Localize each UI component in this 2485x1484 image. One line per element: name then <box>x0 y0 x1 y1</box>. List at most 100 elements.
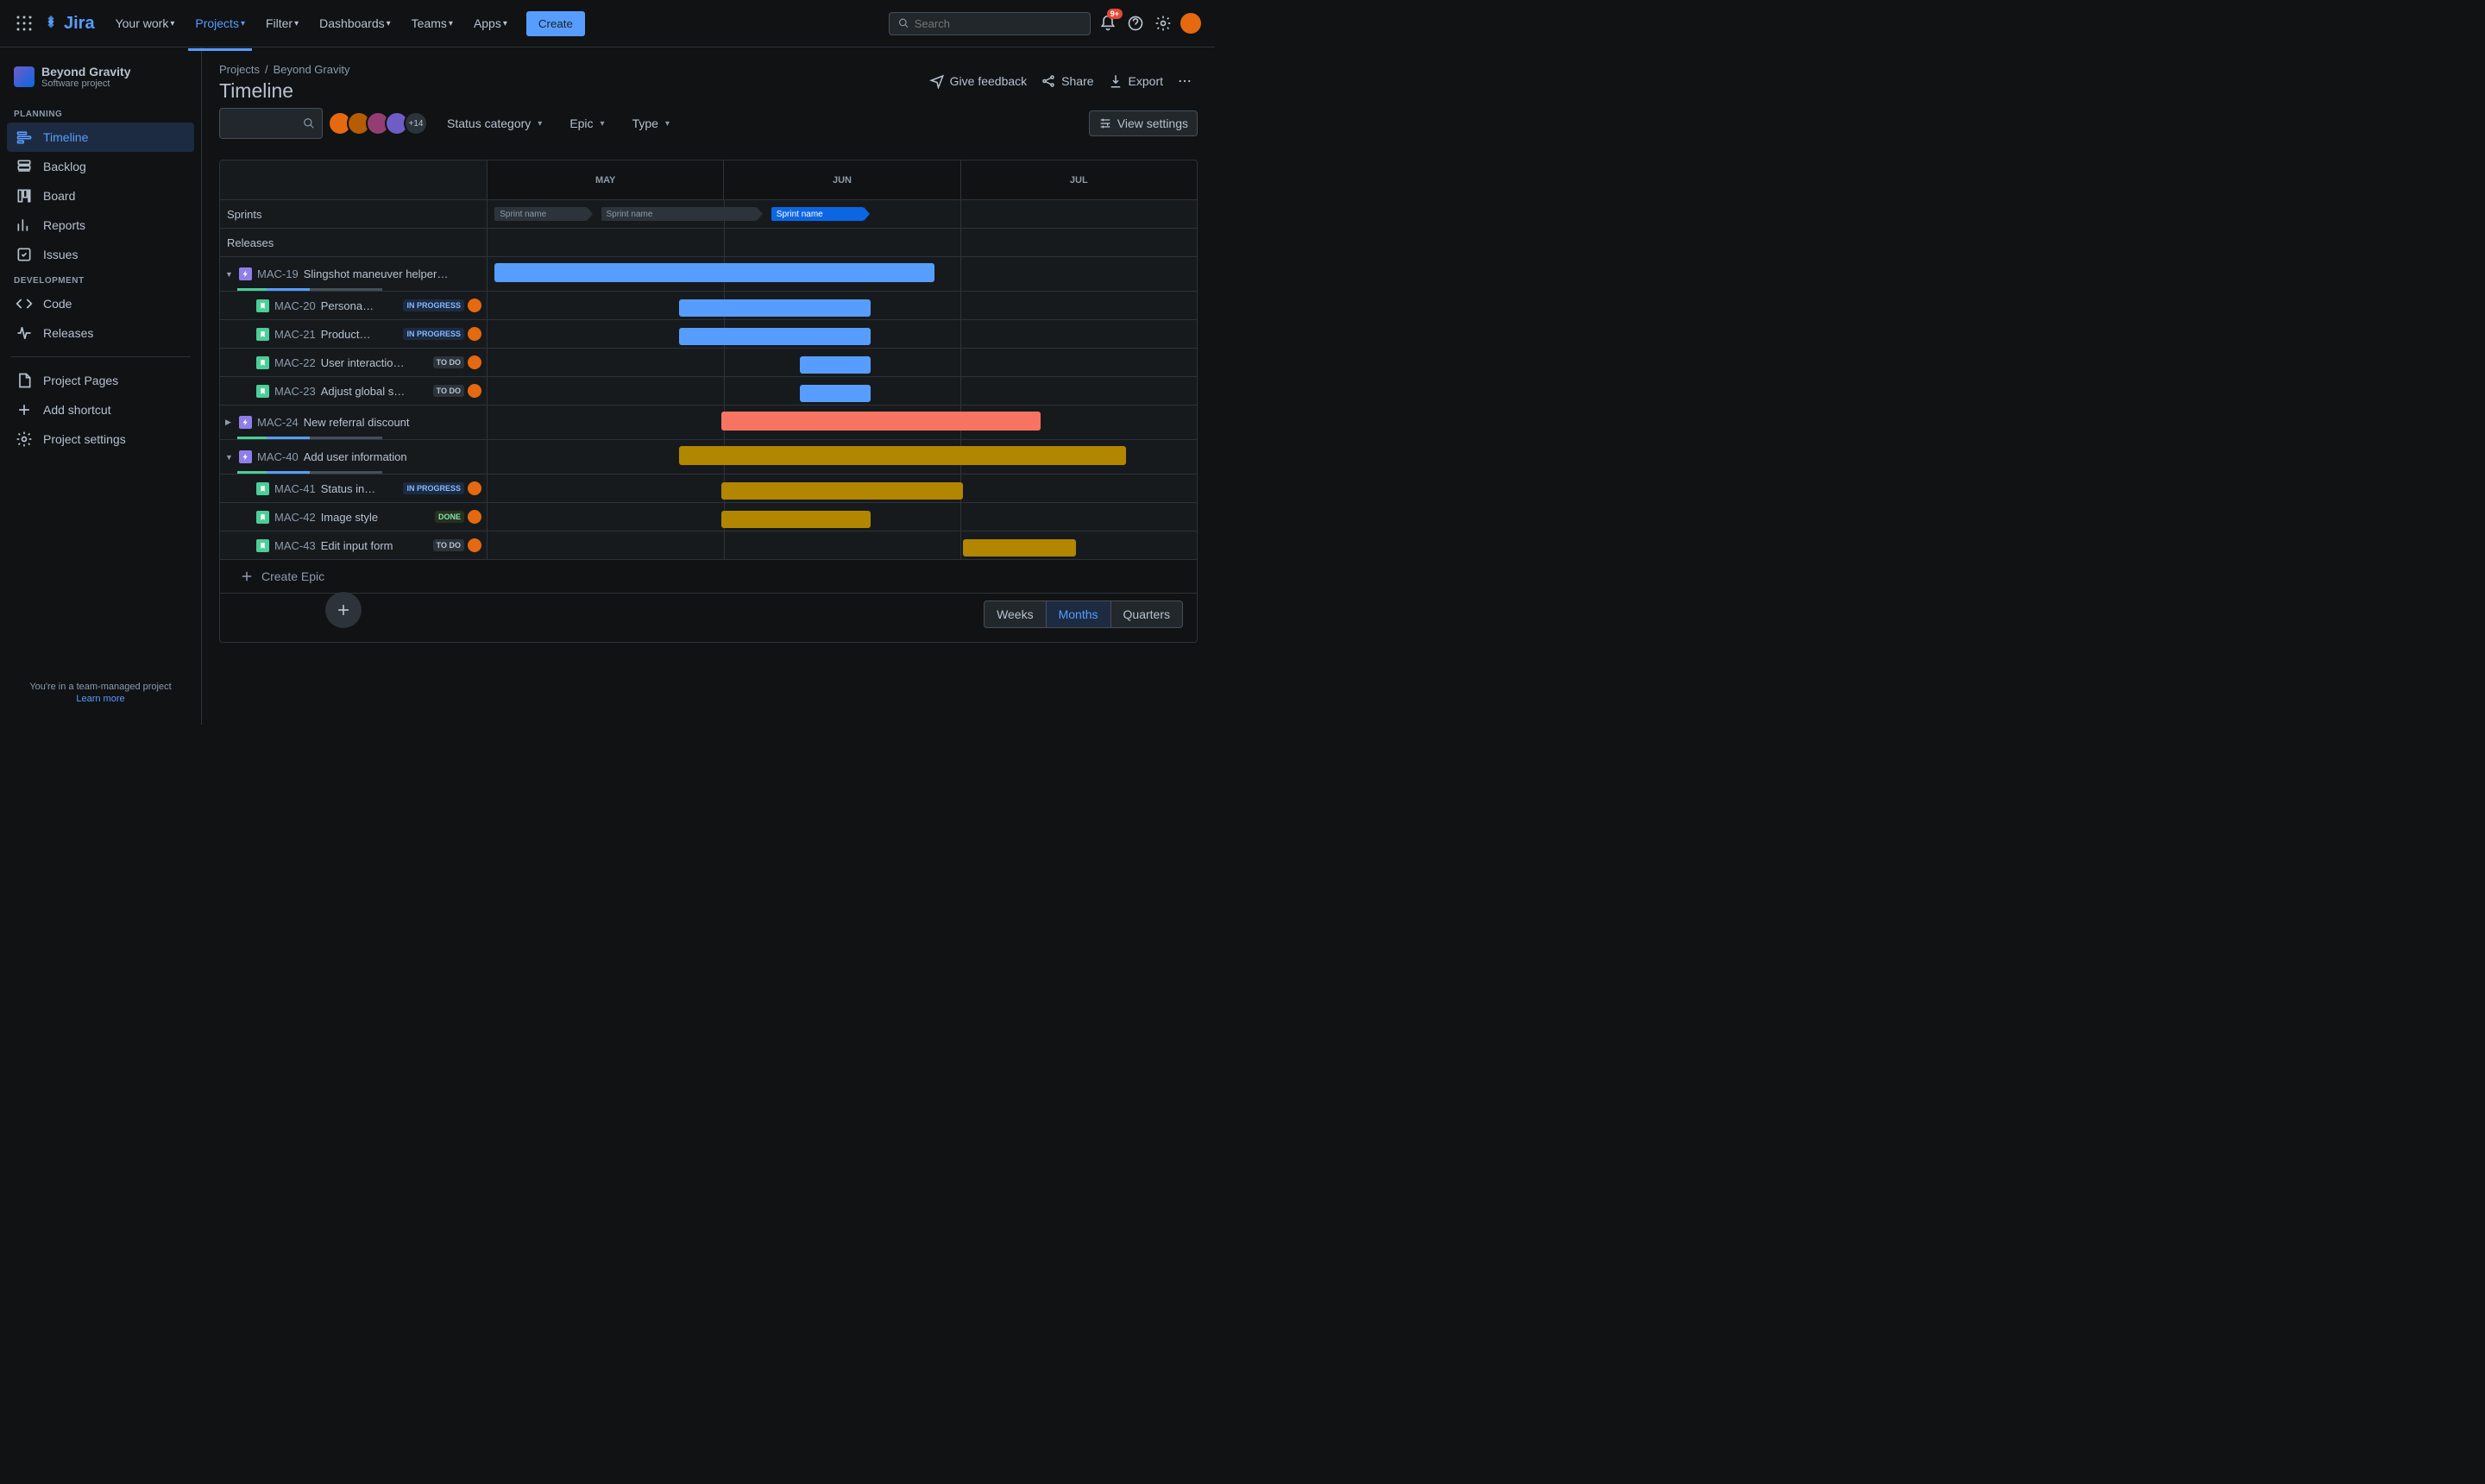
assignee-avatar[interactable] <box>468 384 481 398</box>
sidebar-item-add-shortcut[interactable]: Add shortcut <box>7 395 194 424</box>
zoom-quarters[interactable]: Quarters <box>1111 601 1182 627</box>
project-header[interactable]: Beyond GravitySoftware project <box>7 61 194 92</box>
sprint-chip[interactable]: Sprint name <box>494 207 587 221</box>
sprint-chip[interactable]: Sprint name <box>601 207 758 221</box>
sidebar-item-timeline[interactable]: Timeline <box>7 123 194 152</box>
avatar-more[interactable]: +14 <box>404 111 428 135</box>
issue-key[interactable]: MAC-22 <box>274 356 316 369</box>
epic-icon <box>239 267 252 280</box>
nav-filter[interactable]: Filter▾ <box>259 11 305 35</box>
app-switcher-icon[interactable] <box>14 13 35 34</box>
sidebar-item-releases[interactable]: Releases <box>7 318 194 348</box>
nav-projects[interactable]: Projects▾ <box>188 11 252 35</box>
page-icon <box>16 372 33 389</box>
assignee-avatar[interactable] <box>468 510 481 524</box>
issue-key[interactable]: MAC-42 <box>274 511 316 524</box>
status-filter[interactable]: Status category▾ <box>438 111 550 135</box>
issue-summary[interactable]: New referral discount <box>304 416 410 429</box>
add-fab[interactable] <box>325 592 362 628</box>
more-button[interactable] <box>1177 73 1198 89</box>
give-feedback-button[interactable]: Give feedback <box>929 73 1028 89</box>
reports-icon <box>16 217 33 234</box>
more-icon <box>1177 73 1192 89</box>
issue-key[interactable]: MAC-19 <box>257 267 299 280</box>
issue-key[interactable]: MAC-21 <box>274 328 316 341</box>
sidebar-item-board[interactable]: Board <box>7 181 194 211</box>
zoom-months[interactable]: Months <box>1047 601 1111 627</box>
sprint-chip[interactable]: Sprint name <box>771 207 864 221</box>
issue-bar[interactable] <box>679 299 871 317</box>
epic-bar[interactable] <box>494 263 934 282</box>
issue-key[interactable]: MAC-23 <box>274 385 316 398</box>
issue-summary[interactable]: Adjust global s… <box>321 385 406 398</box>
settings-icon[interactable] <box>1153 13 1173 34</box>
type-filter[interactable]: Type▾ <box>624 111 678 135</box>
timeline-search[interactable] <box>219 108 323 139</box>
breadcrumb-projects[interactable]: Projects <box>219 63 260 76</box>
learn-more-link[interactable]: Learn more <box>14 694 187 704</box>
sidebar-item-project-pages[interactable]: Project Pages <box>7 366 194 395</box>
issue-summary[interactable]: Persona… <box>321 299 374 312</box>
sidebar-item-code[interactable]: Code <box>7 289 194 318</box>
epic-filter[interactable]: Epic▾ <box>561 111 613 135</box>
help-icon[interactable] <box>1125 13 1146 34</box>
breadcrumb-project[interactable]: Beyond Gravity <box>274 63 350 76</box>
issue-bar[interactable] <box>800 385 871 402</box>
issue-summary[interactable]: User interactio… <box>321 356 405 369</box>
issue-bar[interactable] <box>721 482 962 500</box>
issue-key[interactable]: MAC-20 <box>274 299 316 312</box>
sidebar-item-backlog[interactable]: Backlog <box>7 152 194 181</box>
issue-key[interactable]: MAC-41 <box>274 482 316 495</box>
status-badge: IN PROGRESS <box>403 328 464 340</box>
issue-key[interactable]: MAC-24 <box>257 416 299 429</box>
nav-teams[interactable]: Teams▾ <box>405 11 460 35</box>
epic-bar[interactable] <box>721 412 1041 431</box>
epic-caret[interactable]: ▼ <box>225 453 239 462</box>
notifications-icon[interactable]: 9+ <box>1098 13 1118 34</box>
sidebar-item-issues[interactable]: Issues <box>7 240 194 269</box>
assignee-avatar[interactable] <box>468 481 481 495</box>
month-header: JUL <box>961 160 1197 199</box>
zoom-weeks[interactable]: Weeks <box>985 601 1047 627</box>
issue-summary[interactable]: Status in… <box>321 482 376 495</box>
issue-key[interactable]: MAC-40 <box>257 450 299 463</box>
issue-bar[interactable] <box>800 356 871 374</box>
section-planning: PLANNING <box>7 103 194 123</box>
issue-summary[interactable]: Add user information <box>304 450 407 463</box>
status-badge: IN PROGRESS <box>403 482 464 494</box>
epic-bar[interactable] <box>679 446 1126 465</box>
issue-bar[interactable] <box>963 539 1077 556</box>
issue-summary[interactable]: Image style <box>321 511 378 524</box>
create-epic-button[interactable]: Create Epic <box>220 560 1197 594</box>
epic-caret[interactable]: ▼ <box>225 270 239 279</box>
assignee-avatar[interactable] <box>468 538 481 552</box>
sidebar-item-reports[interactable]: Reports <box>7 211 194 240</box>
search-input[interactable] <box>889 12 1091 35</box>
story-icon <box>256 328 269 341</box>
create-button[interactable]: Create <box>526 11 585 36</box>
epic-icon <box>239 416 252 429</box>
jira-logo[interactable]: Jira <box>41 14 95 34</box>
share-button[interactable]: Share <box>1041 73 1093 89</box>
nav-dashboards[interactable]: Dashboards▾ <box>312 11 398 35</box>
view-settings-button[interactable]: View settings <box>1089 110 1198 136</box>
issue-bar[interactable] <box>721 511 871 528</box>
user-avatar[interactable] <box>1180 13 1201 34</box>
issue-bar[interactable] <box>679 328 871 345</box>
status-badge: TO DO <box>433 539 464 551</box>
issue-summary[interactable]: Slingshot maneuver helper… <box>304 267 449 280</box>
story-icon <box>256 482 269 495</box>
story-icon <box>256 299 269 312</box>
assignee-avatar[interactable] <box>468 355 481 369</box>
nav-your-work[interactable]: Your work▾ <box>109 11 182 35</box>
assignee-filter[interactable]: +14 <box>333 111 428 135</box>
issue-summary[interactable]: Edit input form <box>321 539 393 552</box>
epic-caret[interactable]: ▶ <box>225 418 239 427</box>
export-button[interactable]: Export <box>1108 73 1163 89</box>
assignee-avatar[interactable] <box>468 299 481 312</box>
nav-apps[interactable]: Apps▾ <box>467 11 514 35</box>
assignee-avatar[interactable] <box>468 327 481 341</box>
sidebar-item-project-settings[interactable]: Project settings <box>7 424 194 454</box>
issue-key[interactable]: MAC-43 <box>274 539 316 552</box>
issue-summary[interactable]: Product… <box>321 328 371 341</box>
